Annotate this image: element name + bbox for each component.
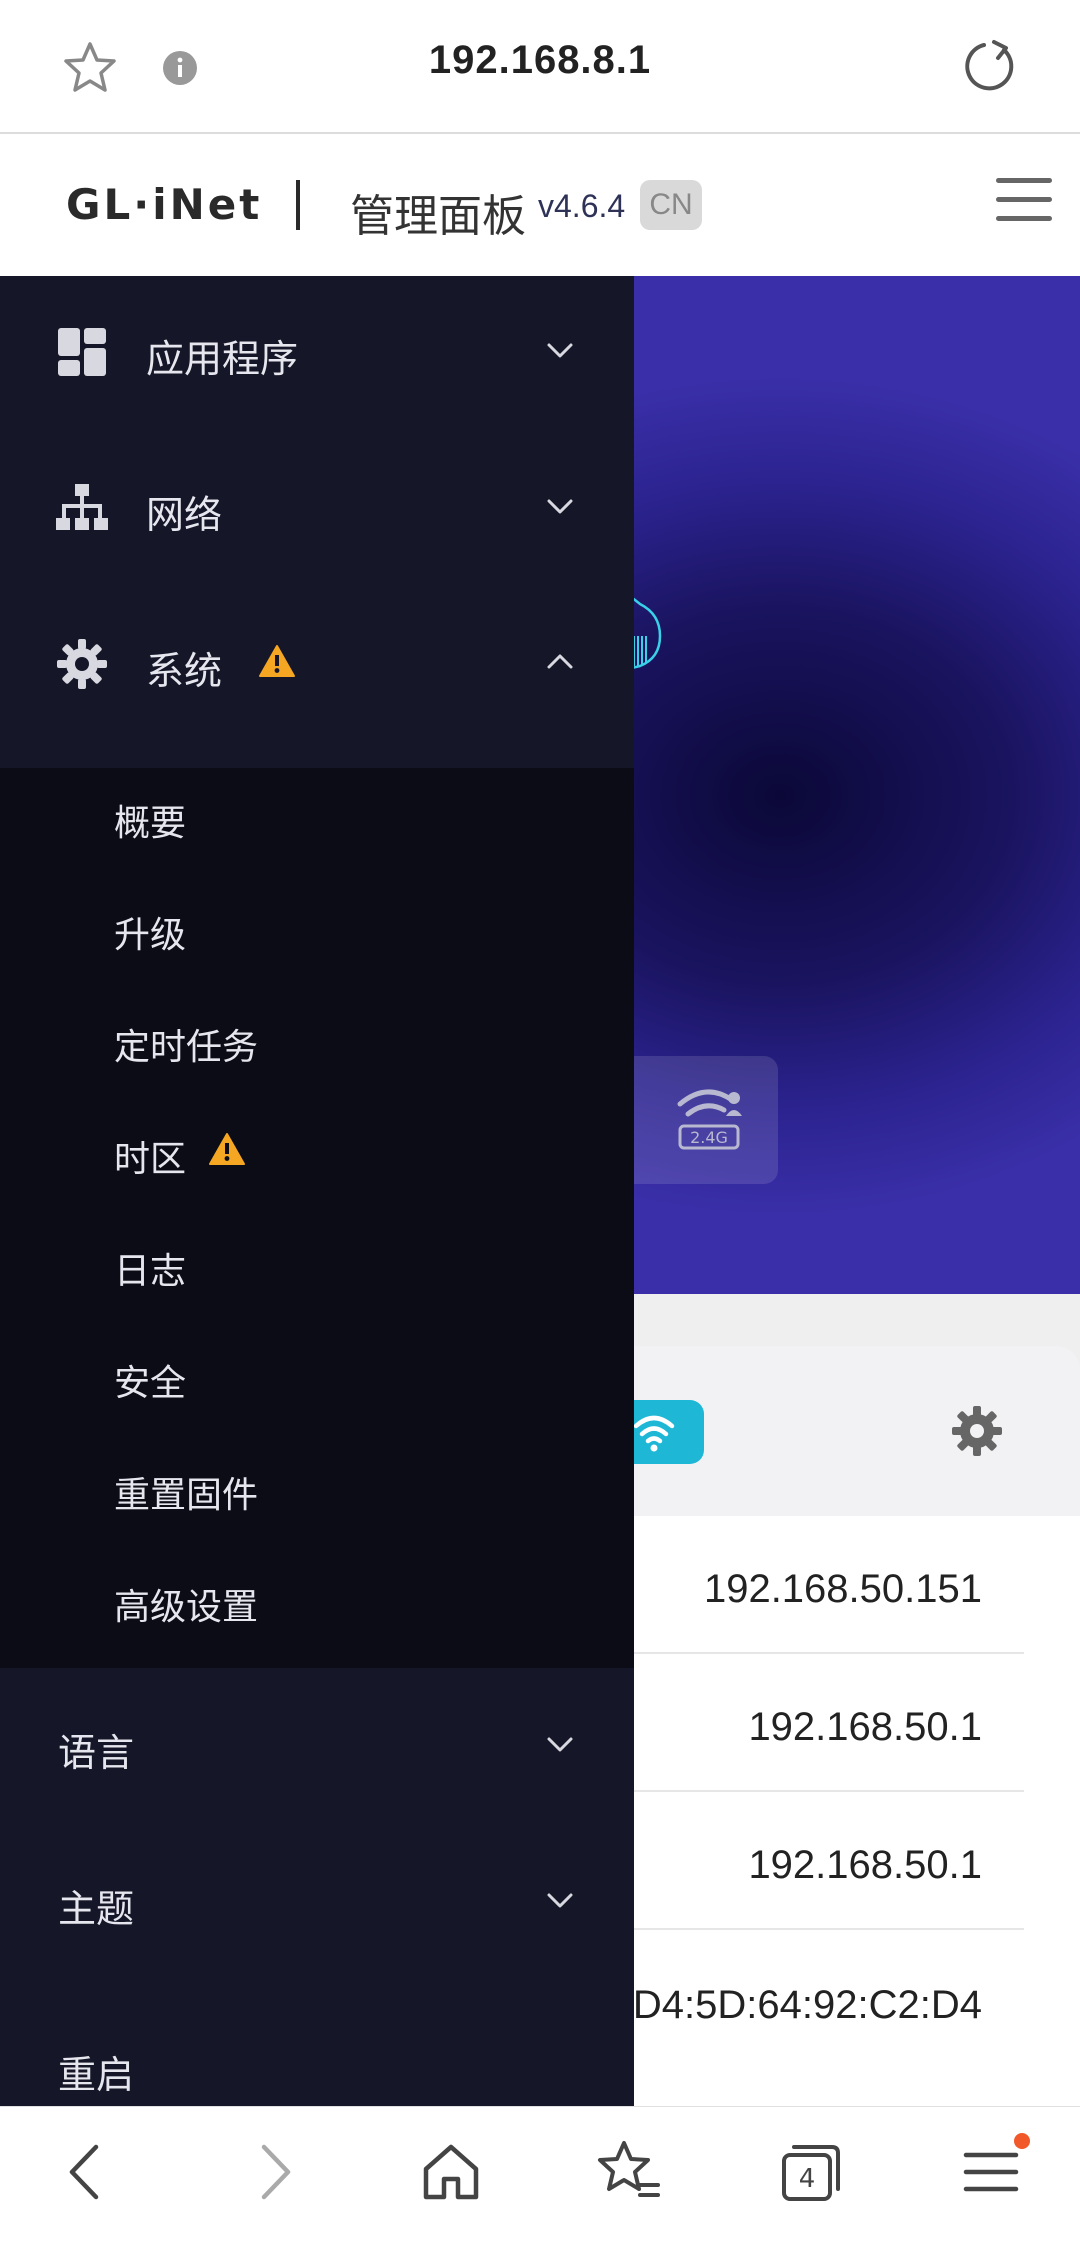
address-bar[interactable]: 192.168.8.1 <box>0 38 1080 83</box>
submenu-item-timezone[interactable]: 时区 <box>114 1130 186 1182</box>
menu-item-applications[interactable]: 应用程序 <box>0 276 634 432</box>
wifi-icon <box>633 1415 675 1452</box>
system-submenu: 概要 升级 定时任务 时区 日志 安全 重置固件 高级设置 <box>0 768 634 1668</box>
app-header: GL·iNet 管理面板 v4.6.4 CN <box>0 136 1080 276</box>
info-row: 192.168.50.1 <box>620 1792 1024 1930</box>
menu-item-label: 网络 <box>146 495 223 537</box>
page-title: 管理面板 <box>350 192 526 241</box>
info-value: 192.168.50.151 <box>703 1567 982 1611</box>
chevron-up-icon <box>547 654 573 669</box>
chevron-down-icon <box>547 499 573 514</box>
back-arrow-icon[interactable] <box>52 2137 122 2207</box>
chevron-down-icon <box>547 1893 573 1908</box>
brand-logo[interactable]: GL·iNet <box>66 180 262 229</box>
home-icon[interactable] <box>416 2137 486 2207</box>
tabs-icon[interactable]: 4 <box>776 2137 846 2207</box>
menu-item-theme[interactable]: 主题 <box>0 1826 634 1982</box>
warning-icon <box>209 1133 245 1165</box>
info-row: D4:5D:64:92:C2:D4 <box>620 1930 1024 2068</box>
browser-bottom-nav: 4 <box>0 2106 1080 2241</box>
network-icon <box>56 484 108 530</box>
submenu-item-logs[interactable]: 日志 <box>114 1242 186 1294</box>
menu-item-label: 系统 <box>146 651 223 693</box>
menu-item-label: 主题 <box>58 1889 135 1931</box>
browser-toolbar: 192.168.8.1 <box>0 0 1080 134</box>
settings-gear-icon[interactable] <box>950 1404 1004 1458</box>
chevron-down-icon <box>547 1737 573 1752</box>
submenu-item-scheduled-tasks[interactable]: 定时任务 <box>114 1018 258 1070</box>
submenu-item-overview[interactable]: 概要 <box>114 794 186 846</box>
warning-icon <box>259 645 295 677</box>
region-badge: CN <box>640 180 702 230</box>
forward-arrow-icon[interactable] <box>238 2137 308 2207</box>
chevron-down-icon <box>547 343 573 358</box>
info-row: 192.168.50.151 <box>620 1516 1024 1654</box>
menu-item-system[interactable]: 系统 <box>0 588 634 744</box>
header-divider <box>296 180 300 230</box>
gear-icon <box>57 639 107 689</box>
info-value: D4:5D:64:92:C2:D4 <box>632 1983 982 2027</box>
browser-menu-icon[interactable] <box>956 2137 1026 2207</box>
submenu-item-reset-firmware[interactable]: 重置固件 <box>114 1466 258 1518</box>
wifi-2g-icon: 2.4G <box>677 1089 742 1150</box>
menu-item-language[interactable]: 语言 <box>0 1670 634 1826</box>
info-value: 192.168.50.1 <box>748 1705 982 1749</box>
side-menu: 应用程序 网络 系统 概要 升级 定时任务 时区 日志 安全 重置固件 高级设置… <box>0 276 634 2106</box>
info-row: 192.168.50.1 <box>620 1654 1024 1792</box>
notification-dot <box>1014 2133 1030 2149</box>
svg-text:4: 4 <box>799 2164 816 2194</box>
reload-icon[interactable] <box>960 36 1020 96</box>
submenu-item-upgrade[interactable]: 升级 <box>114 906 186 958</box>
menu-item-label: 应用程序 <box>146 339 299 381</box>
svg-text:2.4G: 2.4G <box>690 1128 728 1147</box>
firmware-version: v4.6.4 <box>538 188 626 224</box>
submenu-item-security[interactable]: 安全 <box>114 1354 186 1406</box>
menu-toggle-button[interactable] <box>996 178 1052 226</box>
menu-item-label: 重启 <box>58 2055 135 2097</box>
menu-item-label: 语言 <box>58 1733 135 1775</box>
grid-icon <box>58 328 106 376</box>
submenu-item-advanced-settings[interactable]: 高级设置 <box>114 1578 258 1630</box>
info-value: 192.168.50.1 <box>748 1843 982 1887</box>
bookmarks-icon[interactable] <box>594 2137 664 2207</box>
menu-item-network[interactable]: 网络 <box>0 432 634 588</box>
